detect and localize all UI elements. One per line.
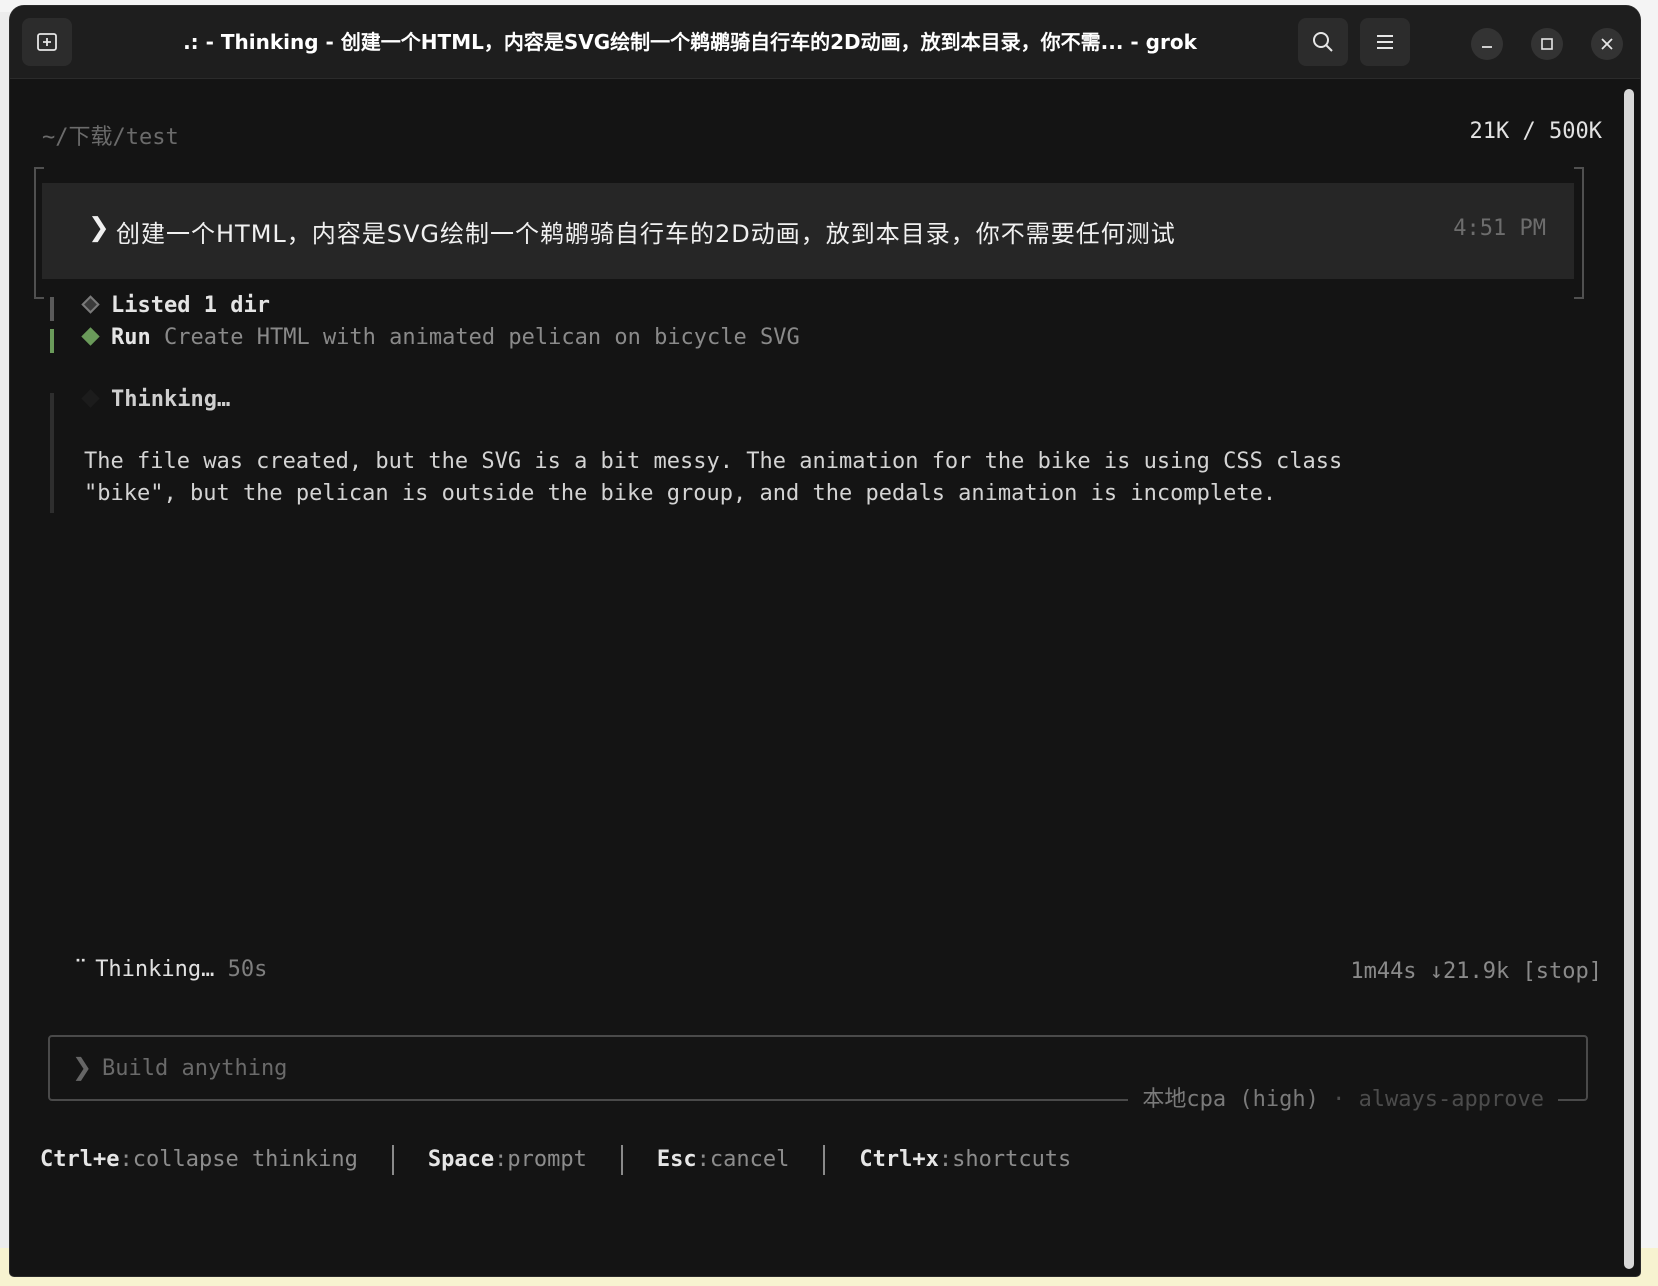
new-tab-icon [37, 33, 57, 51]
log-run-row: Run Create HTML with animated pelican on… [81, 325, 800, 350]
run-stats[interactable]: 1m44s ↓21.9k [stop] [1350, 959, 1602, 984]
hint-shortcuts: Ctrl+x:shortcuts [859, 1147, 1072, 1172]
prompt-text: 创建一个HTML，内容是SVG绘制一个鹈鹕骑自行车的2D动画，放到本目录，你不需… [116, 220, 1176, 248]
log-thinking-label: Thinking… [111, 387, 231, 412]
keyboard-hints: Ctrl+e:collapse thinking Space:prompt Esc:… [40, 1145, 1071, 1175]
model-name: 本地cpa (high) [1142, 1087, 1319, 1112]
hint-collapse-thinking: Ctrl+e:collapse thinking [40, 1147, 358, 1172]
minimize-icon [1482, 46, 1492, 48]
scrollbar[interactable] [1624, 89, 1634, 1269]
new-tab-button[interactable] [22, 18, 72, 66]
search-icon [1313, 32, 1333, 52]
close-button[interactable] [1591, 28, 1623, 60]
hint-cancel: Esc:cancel [656, 1147, 790, 1172]
hamburger-menu-icon [1377, 35, 1393, 49]
hint-separator [620, 1145, 623, 1175]
run-diamond-icon [81, 326, 100, 346]
prompt-timestamp: 4:51 PM [1453, 216, 1546, 241]
log-message-line-1: The file was created, but the SVG is a b… [84, 449, 1343, 474]
mode-separator: · [1332, 1087, 1346, 1112]
listed-diamond-icon [81, 294, 100, 314]
hint-prompt: Space:prompt [427, 1147, 587, 1172]
model-tag[interactable]: 本地cpa (high) · always-approve [1128, 1081, 1558, 1113]
log-message-line-2: "bike", but the pelican is outside the b… [84, 481, 1277, 506]
terminal-window: .: - Thinking - 创建一个HTML，内容是SVG绘制一个鹈鹕骑自行… [10, 6, 1640, 1276]
thinking-status-label: Thinking… [95, 957, 215, 982]
hint-separator [823, 1145, 826, 1175]
thinking-elapsed: 50s [227, 957, 268, 982]
log-thinking-row: Thinking… [81, 387, 231, 412]
minimize-button[interactable] [1471, 28, 1503, 60]
token-usage: 21K / 500K [1469, 119, 1602, 144]
menu-button[interactable] [1360, 18, 1410, 66]
log-bar-listed [50, 297, 54, 321]
desktop-background-right [1640, 0, 1658, 1286]
maximize-icon [1541, 38, 1553, 50]
log-bar-thinking [50, 393, 54, 513]
log-listed-row: Listed 1 dir [81, 293, 270, 318]
log-run-label: Run [111, 325, 151, 350]
thinking-status: ⠉ Thinking… 50s [74, 957, 267, 982]
prompt-bracket-right [1574, 167, 1584, 299]
input-chevron-icon: ❯ [72, 1053, 93, 1081]
hint-separator [391, 1145, 394, 1175]
search-button[interactable] [1298, 18, 1348, 66]
current-directory: ~/下载/test [42, 125, 179, 150]
user-prompt-block: ❯ 创建一个HTML，内容是SVG绘制一个鹈鹕骑自行车的2D动画，放到本目录，你… [34, 167, 1584, 299]
prompt-chevron-icon: ❯ [88, 213, 110, 243]
prompt-background: ❯ 创建一个HTML，内容是SVG绘制一个鹈鹕骑自行车的2D动画，放到本目录，你… [42, 183, 1574, 279]
approval-mode: always-approve [1358, 1087, 1544, 1112]
log-bar-run [50, 329, 54, 353]
terminal-content: ~/下载/test 21K / 500K ❯ 创建一个HTML，内容是SVG绘制… [10, 79, 1640, 1276]
prompt-input-box[interactable]: ❯ 本地cpa (high) · always-approve [48, 1035, 1588, 1113]
title-bar: .: - Thinking - 创建一个HTML，内容是SVG绘制一个鹈鹕骑自行… [10, 6, 1640, 79]
log-run-description: Create HTML with animated pelican on bic… [164, 325, 800, 350]
window-title: .: - Thinking - 创建一个HTML，内容是SVG绘制一个鹈鹕骑自行… [183, 30, 1197, 54]
spinner-icon: ⠉ [74, 957, 88, 978]
log-listed: Listed 1 dir [111, 293, 270, 318]
maximize-button[interactable] [1531, 28, 1563, 60]
thinking-diamond-icon [81, 388, 100, 408]
close-icon [1601, 38, 1613, 50]
